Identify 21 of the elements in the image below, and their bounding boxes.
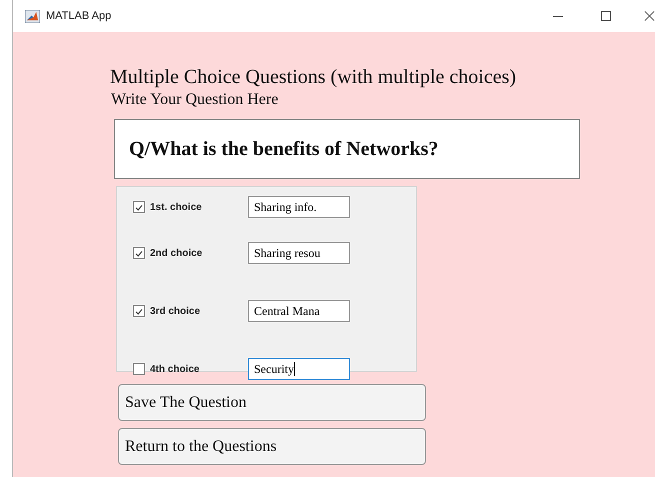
choice-label: 2nd choice: [150, 248, 204, 258]
window-title: MATLAB App: [46, 10, 112, 22]
choice-checkbox[interactable]: [133, 363, 145, 375]
choice-checkbox[interactable]: [133, 247, 145, 259]
maximize-icon[interactable]: [600, 10, 612, 22]
app-logo-icon: [25, 10, 40, 22]
close-icon[interactable]: [644, 10, 655, 22]
choice-field[interactable]: Security: [248, 358, 350, 380]
choice-checkbox[interactable]: [133, 201, 145, 213]
action-button[interactable]: Save The Question: [118, 384, 426, 421]
subheading: Write Your Question Here: [111, 91, 278, 109]
choice-label: 1st. choice: [150, 202, 203, 212]
question-field[interactable]: Q/What is the benefits of Networks?: [114, 119, 580, 179]
choice-checkbox[interactable]: [133, 305, 145, 317]
choice-field[interactable]: Sharing resou: [248, 242, 350, 264]
choice-field[interactable]: Central Mana: [248, 300, 350, 322]
choice-field[interactable]: Sharing info.: [248, 196, 350, 218]
action-button[interactable]: Return to the Questions: [118, 428, 426, 465]
heading: Multiple Choice Questions (with multiple choices): [110, 66, 516, 89]
choice-label: 4th choice: [150, 364, 200, 374]
choice-label: 3rd choice: [150, 306, 202, 316]
